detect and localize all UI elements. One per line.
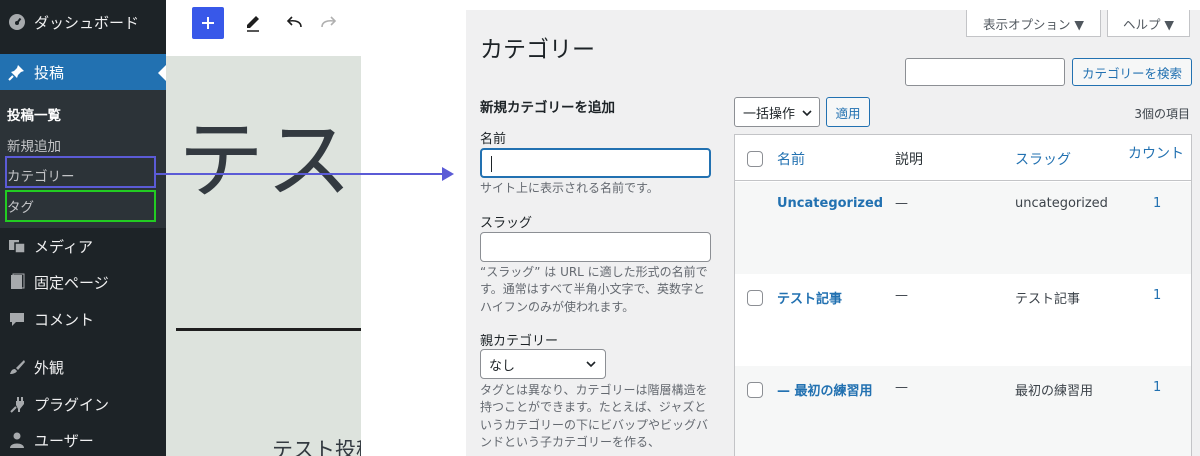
table-row: — 最初の練習用 — 最初の練習用 1: [735, 366, 1191, 456]
pin-icon: [0, 63, 34, 81]
row-checkbox[interactable]: [747, 290, 763, 306]
sidebar-item-dashboard[interactable]: ダッシュボード: [0, 4, 166, 40]
brush-icon: [0, 358, 34, 376]
item-count: 3個の項目: [1134, 107, 1190, 121]
column-name[interactable]: 名前: [777, 149, 805, 169]
form-heading: 新規カテゴリーを追加: [480, 100, 615, 116]
text-caret: [491, 156, 492, 172]
name-field[interactable]: [480, 148, 711, 178]
chevron-down-icon: [586, 361, 596, 368]
sidebar-item-comments[interactable]: コメント: [0, 301, 166, 337]
search-categories-button[interactable]: カテゴリーを検索: [1072, 58, 1192, 86]
sidebar-item-label: 投稿: [34, 63, 65, 82]
category-count-link[interactable]: 1: [1153, 380, 1161, 395]
screen-options-button[interactable]: 表示オプション ▼: [966, 10, 1101, 37]
sidebar-item-label: コメント: [34, 310, 95, 329]
table-header: 名前 説明 スラッグ カウント: [735, 135, 1191, 181]
parent-label: 親カテゴリー: [480, 334, 559, 349]
sidebar-item-posts[interactable]: 投稿: [0, 54, 166, 90]
media-icon: [0, 237, 34, 255]
slug-label: スラッグ: [480, 216, 533, 231]
add-block-button[interactable]: [192, 7, 224, 39]
category-name-link[interactable]: — 最初の練習用: [777, 380, 873, 399]
bulk-action-select[interactable]: 一括操作: [734, 97, 820, 127]
chevron-down-icon: [802, 110, 812, 117]
sidebar-item-media[interactable]: メディア: [0, 228, 166, 264]
current-indicator: [158, 65, 166, 81]
table-row: テスト記事 — テスト記事 1: [735, 274, 1191, 366]
category-count-link[interactable]: 1: [1153, 288, 1161, 303]
category-screen: 表示オプション ▼ ヘルプ ▼ カテゴリー カテゴリーを検索 新規カテゴリーを追…: [466, 10, 1200, 456]
pencil-icon[interactable]: [240, 10, 266, 36]
category-description: —: [895, 380, 908, 395]
category-name-link[interactable]: Uncategorized: [777, 196, 883, 211]
editor-canvas: テスト テスト投稿: [166, 56, 361, 456]
separator-block: [176, 328, 361, 331]
slug-help-text: “スラッグ” は URL に適した形式の名前です。通常はすべて半角小文字で、英数…: [480, 265, 708, 314]
category-name-link[interactable]: テスト記事: [777, 288, 842, 307]
name-label: 名前: [480, 132, 507, 147]
page-title: カテゴリー: [480, 37, 595, 63]
category-description: —: [895, 288, 908, 303]
sidebar-item-appearance[interactable]: 外観: [0, 349, 166, 385]
sidebar-item-users[interactable]: ユーザー: [0, 422, 166, 456]
dashboard-icon: [0, 13, 34, 31]
column-count[interactable]: カウント: [1128, 143, 1184, 163]
submenu-item-all-posts[interactable]: 投稿一覧: [7, 104, 61, 124]
post-subtitle-preview[interactable]: テスト投稿: [272, 434, 361, 456]
parent-select-value: なし: [489, 358, 516, 374]
sidebar-item-label: ユーザー: [34, 431, 94, 450]
column-description: 説明: [895, 152, 923, 168]
sidebar-item-label: メディア: [34, 237, 93, 256]
undo-icon[interactable]: [281, 10, 307, 36]
name-help-text: サイト上に表示される名前です。: [480, 181, 659, 195]
users-icon: [0, 431, 34, 449]
category-slug: 最初の練習用: [1015, 384, 1094, 399]
select-all-checkbox[interactable]: [747, 151, 763, 167]
admin-sidebar: ダッシュボード 投稿 投稿一覧 新規追加 カテゴリー タグ メディア 固定ページ…: [0, 0, 166, 456]
category-search-input[interactable]: [905, 58, 1065, 86]
bulk-action-value: 一括操作: [743, 106, 796, 122]
plus-icon: [202, 17, 214, 29]
categories-table: 名前 説明 スラッグ カウント Uncategorized — uncatego…: [734, 134, 1192, 456]
post-title-preview[interactable]: テスト: [178, 118, 361, 204]
category-highlight-box: [5, 156, 156, 188]
redo-icon[interactable]: [316, 10, 342, 36]
plugin-icon: [0, 395, 34, 413]
annotation-arrow: [156, 167, 454, 181]
comment-icon: [0, 310, 34, 328]
slug-field[interactable]: [480, 232, 711, 262]
sidebar-item-label: 固定ページ: [34, 273, 109, 292]
sidebar-item-label: プラグイン: [34, 395, 110, 414]
page-icon: [0, 273, 34, 291]
table-row: Uncategorized — uncategorized 1: [735, 182, 1191, 274]
tag-highlight-box: [5, 190, 156, 222]
apply-button[interactable]: 適用: [826, 97, 870, 127]
column-slug[interactable]: スラッグ: [1015, 149, 1071, 169]
parent-category-select[interactable]: なし: [480, 349, 606, 379]
category-description: —: [895, 196, 908, 211]
parent-help-text: タグとは異なり、カテゴリーは階層構造を持つことができます。たとえば、ジャズという…: [480, 383, 709, 450]
category-slug: テスト記事: [1015, 292, 1081, 307]
category-count-link[interactable]: 1: [1153, 196, 1161, 211]
sidebar-item-plugins[interactable]: プラグイン: [0, 386, 166, 422]
row-checkbox[interactable]: [747, 382, 763, 398]
block-editor-preview: テスト テスト投稿: [166, 0, 361, 456]
sidebar-item-label: 外観: [34, 358, 65, 377]
editor-toolbar: [166, 0, 361, 56]
help-button[interactable]: ヘルプ ▼: [1107, 10, 1190, 37]
sidebar-item-pages[interactable]: 固定ページ: [0, 264, 166, 300]
submenu-item-add-new[interactable]: 新規追加: [7, 135, 61, 155]
sidebar-item-label: ダッシュボード: [34, 13, 140, 32]
category-slug: uncategorized: [1015, 196, 1108, 211]
